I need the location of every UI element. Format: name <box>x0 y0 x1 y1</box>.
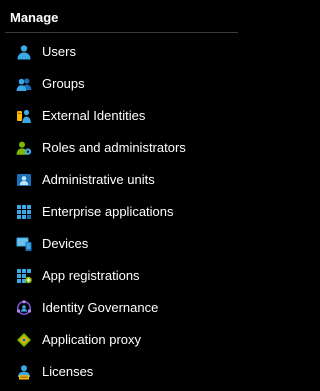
administrative-units-icon <box>16 172 32 188</box>
nav-item-external-identities[interactable]: External Identities <box>0 100 248 132</box>
nav-item-label: Enterprise applications <box>42 204 174 219</box>
nav-item-identity-governance[interactable]: Identity Governance <box>0 292 248 324</box>
identity-governance-icon <box>16 300 32 316</box>
enterprise-apps-icon <box>16 204 32 220</box>
nav-item-app-registrations[interactable]: App registrations <box>0 260 248 292</box>
nav-item-label: Groups <box>42 76 85 91</box>
nav-item-label: External Identities <box>42 108 146 123</box>
nav-item-label: Administrative units <box>42 172 155 187</box>
nav-item-enterprise-applications[interactable]: Enterprise applications <box>0 196 248 228</box>
nav-item-application-proxy[interactable]: Application proxy <box>0 324 248 356</box>
devices-icon <box>16 236 32 252</box>
nav-item-label: Application proxy <box>42 332 141 347</box>
nav-item-label: Users <box>42 44 76 59</box>
nav-item-users[interactable]: Users <box>0 36 248 68</box>
nav-item-label: Roles and administrators <box>42 140 186 155</box>
nav-item-devices[interactable]: Devices <box>0 228 248 260</box>
section-title: Manage <box>10 10 59 25</box>
licenses-icon <box>16 364 32 380</box>
user-icon <box>16 44 32 60</box>
application-proxy-icon <box>16 332 32 348</box>
nav-item-roles-and-administrators[interactable]: Roles and administrators <box>0 132 248 164</box>
nav-item-administrative-units[interactable]: Administrative units <box>0 164 248 196</box>
nav-item-label: Identity Governance <box>42 300 159 315</box>
nav-item-label: Devices <box>42 236 89 251</box>
roles-icon <box>16 140 32 156</box>
groups-icon <box>16 76 32 92</box>
external-identities-icon <box>16 108 32 124</box>
nav-item-licenses[interactable]: Licenses <box>0 356 248 388</box>
divider <box>5 32 238 33</box>
nav-item-label: Licenses <box>42 364 94 379</box>
manage-panel: Manage Users Groups External Identities … <box>0 0 248 391</box>
nav-list: Users Groups External Identities Roles a… <box>0 36 248 388</box>
app-registrations-icon <box>16 268 32 284</box>
nav-item-label: App registrations <box>42 268 140 283</box>
nav-item-groups[interactable]: Groups <box>0 68 248 100</box>
